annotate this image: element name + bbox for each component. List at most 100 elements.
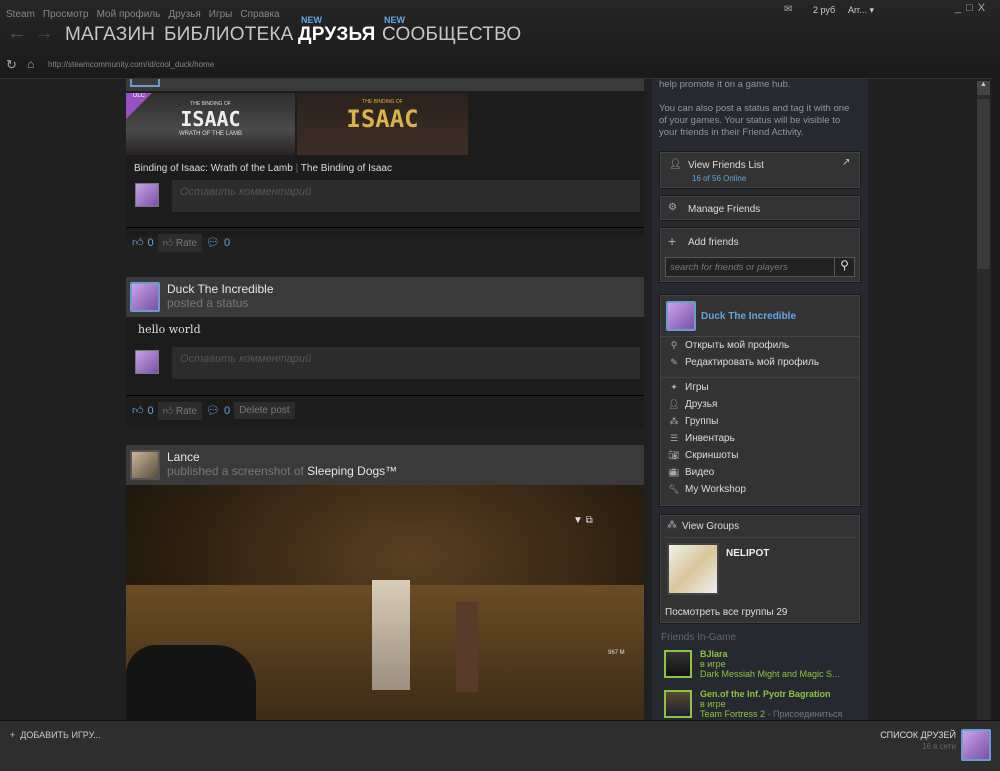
game-links: Binding of Isaac: Wrath of the Lamb | Th… <box>134 163 392 174</box>
profile-name[interactable]: Duck The Incredible <box>701 311 796 322</box>
menu-friends[interactable]: Друзья <box>168 9 200 20</box>
friend-avatar[interactable] <box>664 690 692 718</box>
commenter-avatar <box>135 350 159 374</box>
game-banner-isaac[interactable]: THE BINDING OF ISAAC <box>297 93 468 155</box>
scroll-up-icon[interactable]: ▲ <box>977 81 990 95</box>
friend-avatar[interactable] <box>664 650 692 678</box>
nav-store[interactable]: МАГАЗИН <box>65 24 155 46</box>
add-game-label: ДОБАВИТЬ ИГРУ... <box>20 730 101 740</box>
game-link[interactable]: Binding of Isaac: Wrath of the Lamb <box>134 163 293 174</box>
wrench-icon: 🔧︎ <box>668 484 680 494</box>
rate-button[interactable]: 👍︎ Rate <box>157 233 202 252</box>
menu-open-profile[interactable]: ⚲ Открыть мой профиль <box>660 337 860 354</box>
group-avatar[interactable] <box>667 543 719 595</box>
group-name[interactable]: NELIPOT <box>726 548 769 559</box>
nav-library[interactable]: БИБЛИОТЕКА <box>164 24 294 46</box>
menu-edit-profile[interactable]: ✎ Редактировать мой профиль <box>660 354 860 371</box>
home-icon[interactable]: ⌂ <box>27 57 34 71</box>
view-friends-list-button[interactable]: 👤︎ View Friends List 16 of 56 Online ↗ <box>659 151 861 189</box>
groups-panel: ⁂ View Groups NELIPOT Посмотреть все гру… <box>659 514 861 624</box>
comment-input[interactable]: Оставить комментарий <box>172 347 640 379</box>
menu-label: Открыть мой профиль <box>685 340 790 351</box>
user-avatar[interactable] <box>961 729 991 761</box>
comment-input[interactable]: Оставить комментарий <box>172 180 640 212</box>
friends-ingame-heading: Friends In-Game <box>661 632 737 643</box>
help-paragraph: You can also post a status and tag it wi… <box>659 103 850 138</box>
forward-arrow-icon[interactable]: → <box>34 22 54 45</box>
external-arrow-icon: ↗ <box>842 157 851 168</box>
friend-status: в игре <box>700 699 726 709</box>
screenshot-image[interactable]: 967 M ▼ ⧉ <box>126 485 644 720</box>
status-text: hello world <box>138 323 201 336</box>
menu-games[interactable]: Игры <box>209 9 233 20</box>
menu-label: Скриншоты <box>685 450 739 461</box>
menu-bar: Steam Просмотр Мой профиль Друзья Игры Справк… <box>6 4 288 22</box>
help-text: help promote it on a game hub. You can a… <box>659 79 855 139</box>
reload-icon[interactable]: ↻ <box>6 57 17 73</box>
scrollbar-thumb[interactable] <box>977 99 990 269</box>
banner-title: ISAAC <box>346 105 419 133</box>
menu-workshop[interactable]: 🔧︎ My Workshop <box>660 481 860 498</box>
post-actions: 👍︎ 0 👍︎ Rate 💬︎ 0 Delete post <box>126 395 644 425</box>
avatar <box>130 79 160 87</box>
game-link[interactable]: Sleeping Dogs™ <box>307 464 397 478</box>
avatar[interactable] <box>130 450 160 480</box>
post-author[interactable]: Duck The Incredible <box>167 282 274 296</box>
character-figure <box>456 602 478 692</box>
game-banner-wrath[interactable]: DLC THE BINDING OF ISAAC WRATH OF THE LA… <box>126 93 295 155</box>
join-game-link[interactable]: - Присоединиться <box>765 709 843 719</box>
post-action: published a screenshot of <box>167 464 304 478</box>
comment-count[interactable]: 0 <box>224 237 230 249</box>
bottom-bar: + ДОБАВИТЬ ИГРУ... СПИСОК ДРУЗЕЙ 16 в се… <box>0 720 1000 771</box>
menu-games[interactable]: ✦ Игры <box>660 379 860 396</box>
nav-friends[interactable]: ДРУЗЬЯ <box>298 24 375 46</box>
post-header: Lance published a screenshot of Sleeping… <box>126 445 644 485</box>
url-bar[interactable]: http://steamcommunity.com/id/cool_duck/h… <box>48 60 214 69</box>
car <box>126 645 256 720</box>
menu-groups[interactable]: ⁂ Группы <box>660 413 860 430</box>
screenshot-controls-icon[interactable]: ▼ ⧉ <box>573 515 607 529</box>
all-groups-link[interactable]: Посмотреть все группы 29 <box>665 607 787 618</box>
search-icon: ⚲ <box>670 340 678 350</box>
like-count: 0 <box>147 236 154 249</box>
menu-friends[interactable]: 👤︎ Друзья <box>660 396 860 413</box>
menu-view[interactable]: Просмотр <box>43 9 89 20</box>
rate-button[interactable]: 👍︎ Rate <box>157 401 202 420</box>
menu-steam[interactable]: Steam <box>6 9 35 20</box>
friend-item[interactable]: BJlara в игре Dark Messiah Might and Mag… <box>700 649 840 679</box>
menu-screenshots[interactable]: 📷︎ Скриншоты <box>660 447 860 464</box>
like-count: 0 <box>147 404 154 417</box>
friend-search-input[interactable]: search for friends or players ⚲ <box>665 257 855 277</box>
mail-icon[interactable]: ✉ <box>784 4 792 15</box>
add-game-button[interactable]: + ДОБАВИТЬ ИГРУ... <box>10 730 101 740</box>
menu-profile[interactable]: Мой профиль <box>97 9 161 20</box>
view-groups-link[interactable]: View Groups <box>682 521 739 532</box>
search-placeholder: search for friends or players <box>670 262 788 273</box>
scrollbar[interactable]: ▲ <box>977 81 990 720</box>
menu-inventory[interactable]: ☰ Инвентарь <box>660 430 860 447</box>
friends-list-button[interactable]: СПИСОК ДРУЗЕЙ 16 в сети <box>870 730 956 751</box>
menu-label: My Workshop <box>685 484 746 495</box>
search-icon[interactable]: ⚲ <box>834 258 854 276</box>
help-line: help promote it on a game hub. <box>659 79 791 90</box>
nav-community[interactable]: СООБЩЕСТВО <box>382 24 521 46</box>
feed-post-games: DLC THE BINDING OF ISAAC WRATH OF THE LA… <box>126 79 644 252</box>
delete-post-button[interactable]: Delete post <box>234 402 295 419</box>
online-count: 16 в сети <box>922 742 956 751</box>
back-arrow-icon[interactable]: ← <box>7 22 27 45</box>
friend-item[interactable]: Gen.of the Inf. Pyotr Bagration в игре T… <box>700 689 842 719</box>
post-author[interactable]: Lance <box>167 450 200 464</box>
account-dropdown[interactable]: Arr... ▾ <box>848 5 938 16</box>
comment-count[interactable]: 0 <box>224 405 230 417</box>
menu-help[interactable]: Справка <box>240 9 279 20</box>
avatar[interactable] <box>130 282 160 312</box>
manage-friends-button[interactable]: ⚙ Manage Friends <box>659 195 861 221</box>
game-link[interactable]: The Binding of Isaac <box>301 163 392 174</box>
post-actions: 👍︎ 0 👍︎ Rate 💬︎ 0 <box>126 227 644 257</box>
view-friends-label: View Friends List <box>688 160 764 171</box>
menu-videos[interactable]: 📺︎ Видео <box>660 464 860 481</box>
profile-menu: Duck The Incredible ⚲ Открыть мой профиль… <box>659 294 861 507</box>
window-controls[interactable]: _□X <box>955 2 990 14</box>
profile-avatar[interactable] <box>666 301 696 331</box>
post-action: posted a status <box>167 296 249 310</box>
